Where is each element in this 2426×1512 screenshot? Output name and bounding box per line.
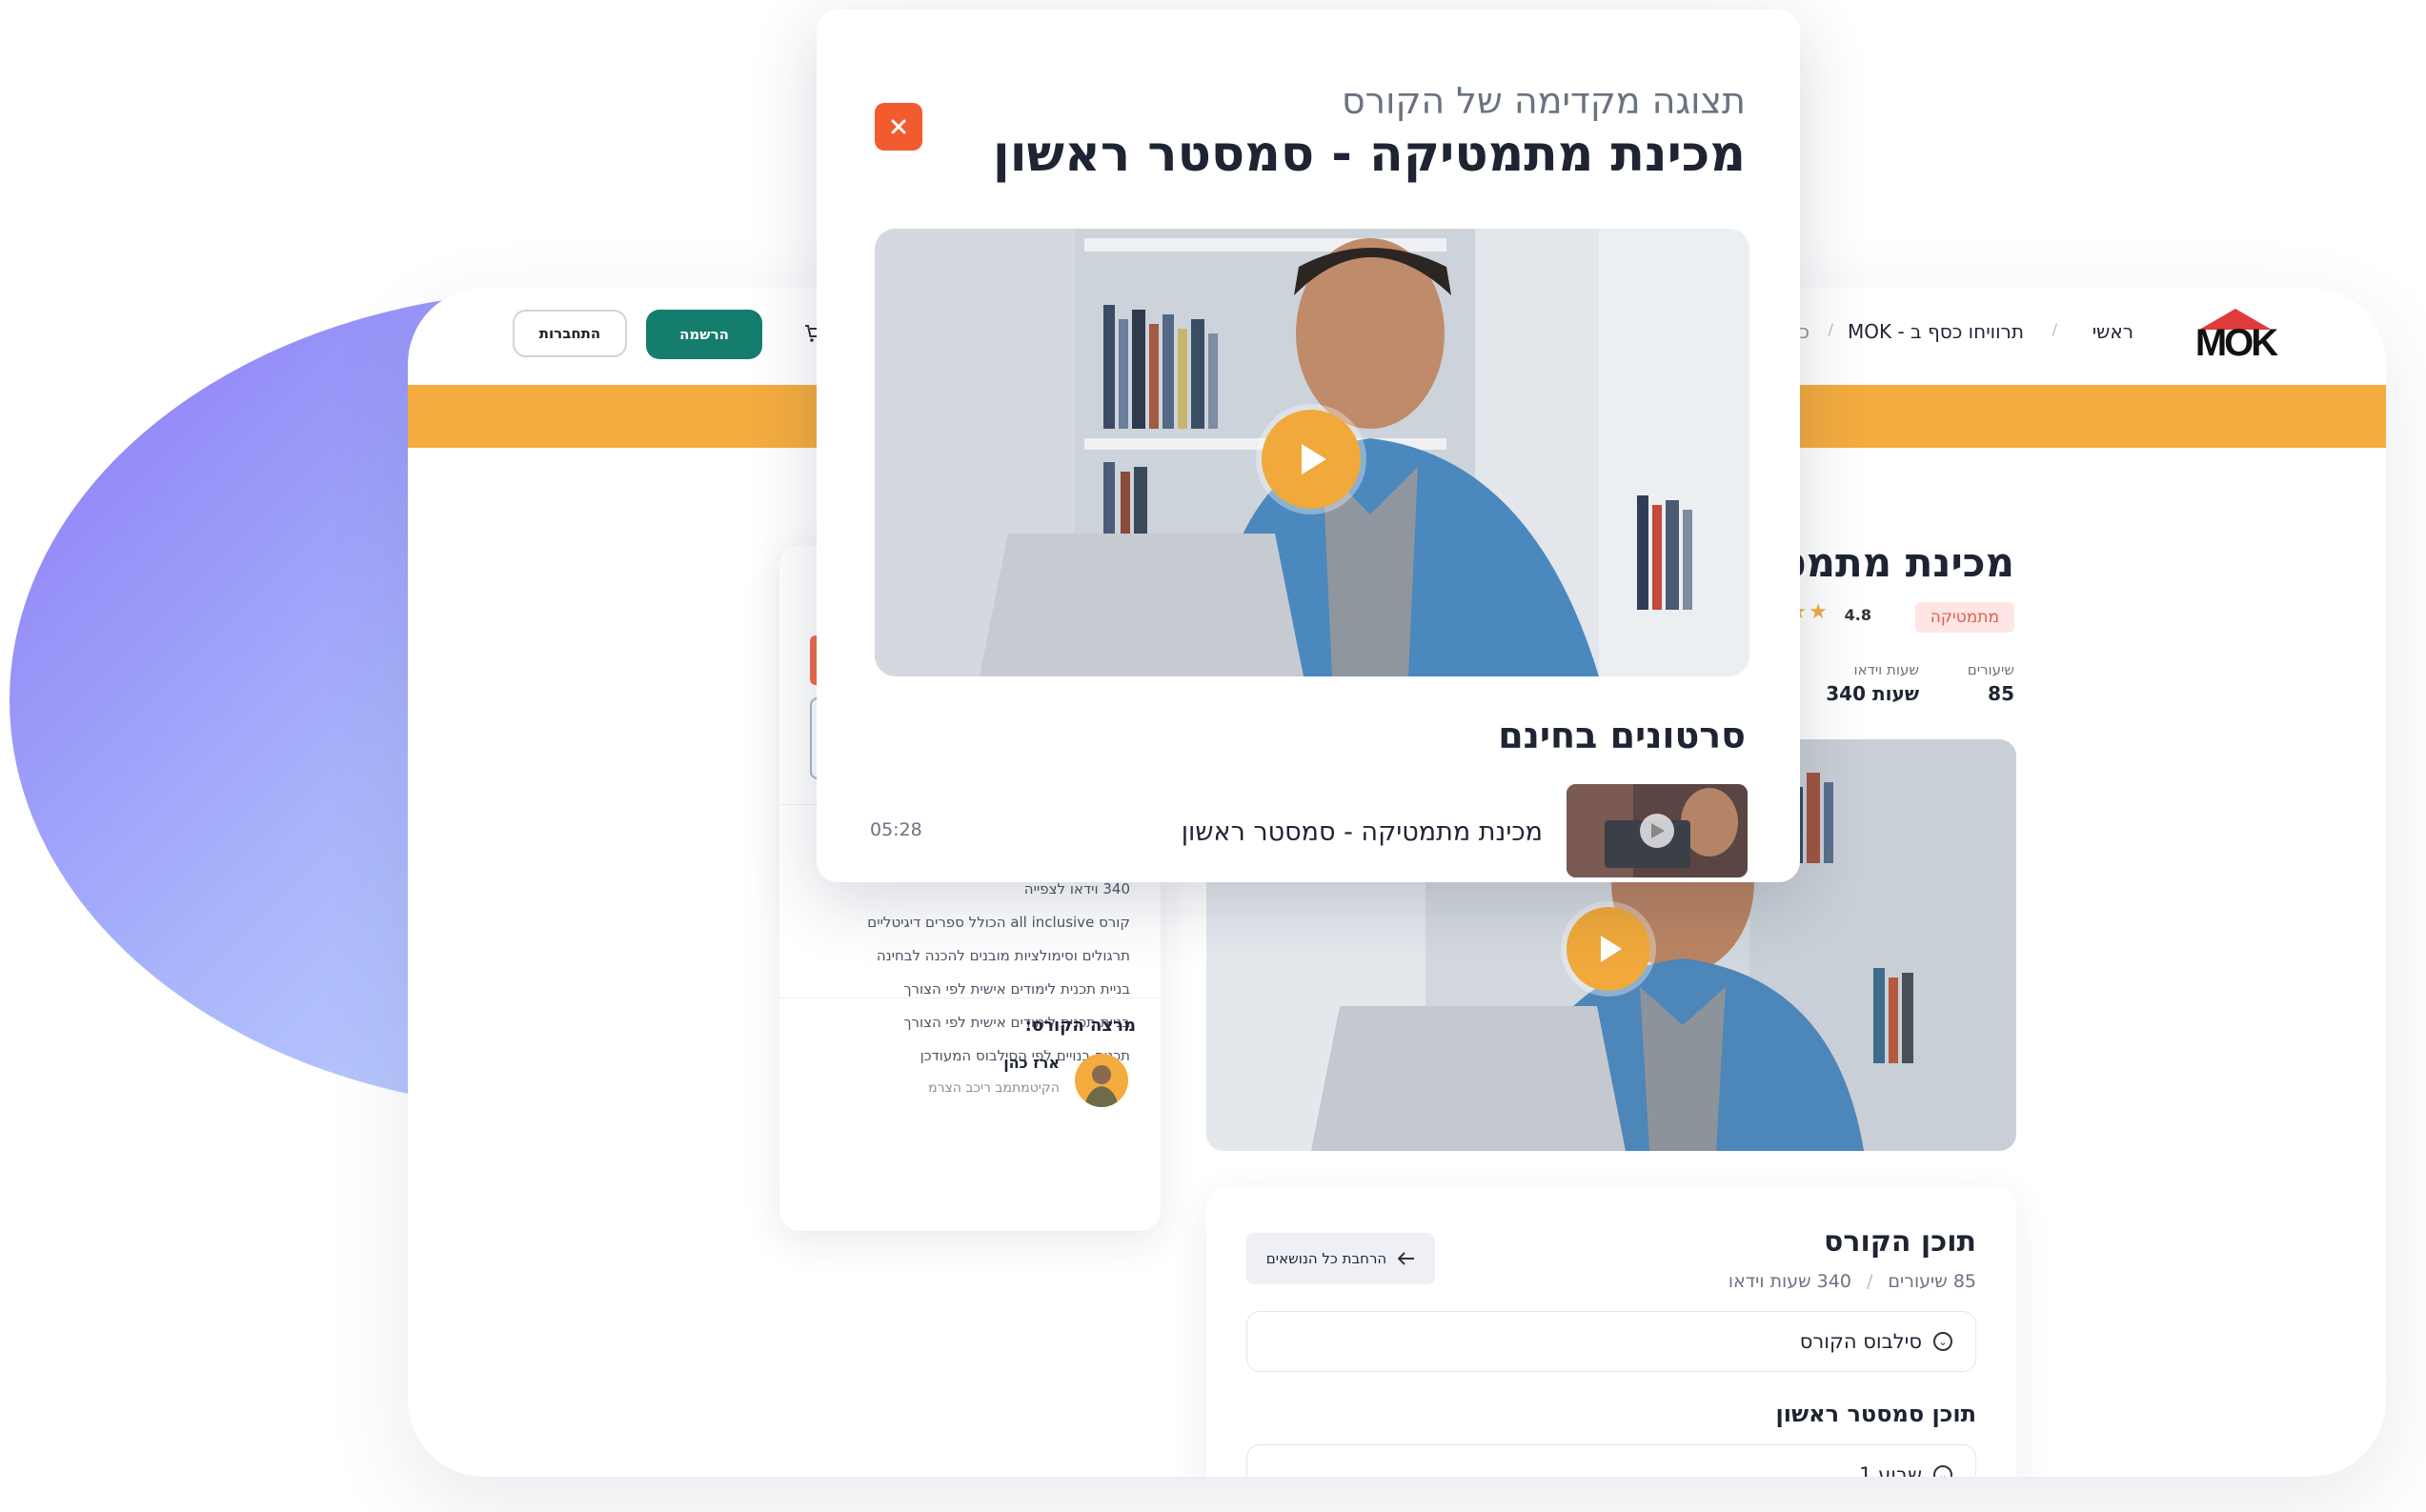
modal-subtitle: תצוגה מקדימה של הקורס [1341, 80, 1746, 122]
nav-earn-money-link[interactable]: MOK - תרוויחו כסף ב [1848, 320, 2024, 343]
stat-label: שיעורים [1967, 661, 2014, 678]
rating-value: 4.8 [1844, 606, 1871, 624]
lecturer-avatar[interactable] [1075, 1054, 1128, 1107]
arrow-left-icon [1398, 1252, 1415, 1265]
chevron-down-icon: ⌄ [1933, 1465, 1952, 1477]
lecturer-role: הקיטמתמב ריכב הצרמ [928, 1080, 1060, 1096]
feature-item: תרגולים וסימולציות מובנים להכנה לבחינה [876, 947, 1130, 964]
stat-label: שעות וידאו [1853, 661, 1919, 678]
feature-item: בניית תכנית לימודים אישית לפי הצורך [903, 980, 1130, 998]
semester-title: תוכן סמסטר ראשון [1775, 1401, 1976, 1427]
close-button[interactable] [875, 103, 922, 151]
nav-separator: / [2052, 320, 2057, 338]
separator: / [1866, 1271, 1873, 1292]
register-button[interactable]: הרשמה [646, 310, 762, 359]
feature-item: קורס all inclusive הכולל ספרים דיגיטליים [867, 914, 1130, 931]
nav-home-link[interactable]: ראשי [2092, 320, 2133, 343]
syllabus-accordion[interactable]: ⌄ סילבוס הקורס [1246, 1311, 1976, 1372]
content-title: תוכן הקורס [1824, 1225, 1976, 1259]
play-button[interactable] [1567, 907, 1650, 991]
lessons-count: 85 שיעורים [1888, 1271, 1976, 1292]
week-label: שבוע 1 [1859, 1463, 1922, 1477]
free-video-title[interactable]: מכינת מתמטיקה - סמסטר ראשון [1182, 817, 1543, 847]
lecturer-label: מרצה הקורס: [1024, 1016, 1136, 1036]
mok-logo[interactable]: MOK [2190, 309, 2281, 366]
modal-title: מכינת מתמטיקה - סמסטר ראשון [992, 126, 1746, 183]
free-videos-title: סרטונים בחינם [1498, 715, 1746, 756]
feature-list: 340 וידאו לצפייה קורס all inclusive הכול… [806, 875, 1130, 1075]
video-thumbnail-illustration [1567, 784, 1748, 877]
nav-link-partial[interactable]: כ [1799, 320, 1809, 343]
hours-count: 340 שעות וידאו [1728, 1271, 1851, 1292]
expand-all-label: הרחבת כל הנושאים [1265, 1250, 1387, 1267]
course-title: מכינת מתמט [1779, 539, 2014, 586]
expand-all-button[interactable]: הרחבת כל הנושאים [1246, 1233, 1435, 1284]
free-video-duration: 05:28 [870, 819, 922, 840]
logo-text: MOK [2194, 322, 2278, 364]
play-button[interactable] [1262, 410, 1361, 509]
free-video-thumbnail[interactable] [1567, 784, 1748, 877]
course-content-card: תוכן הקורס 85 שיעורים / 340 שעות וידאו ה… [1206, 1187, 2016, 1477]
close-icon [891, 119, 906, 134]
stat-value: 340 שעות [1826, 682, 1919, 705]
login-button[interactable]: התחברות [513, 310, 627, 357]
syllabus-label: סילבוס הקורס [1799, 1330, 1922, 1353]
category-tag[interactable]: מתמטיקה [1914, 602, 2014, 633]
content-summary: 85 שיעורים / 340 שעות וידאו [1729, 1271, 1976, 1292]
preview-modal: תצוגה מקדימה של הקורס מכינת מתמטיקה - סמ… [817, 10, 1800, 882]
preview-video[interactable] [875, 229, 1749, 676]
nav-separator: / [1828, 320, 1833, 338]
week-accordion[interactable]: ⌄ שבוע 1 [1246, 1444, 1976, 1477]
chevron-down-icon: ⌄ [1933, 1332, 1952, 1351]
lecturer-name[interactable]: ארז כהן [1003, 1054, 1060, 1072]
stat-value: 85 [1988, 682, 2014, 705]
